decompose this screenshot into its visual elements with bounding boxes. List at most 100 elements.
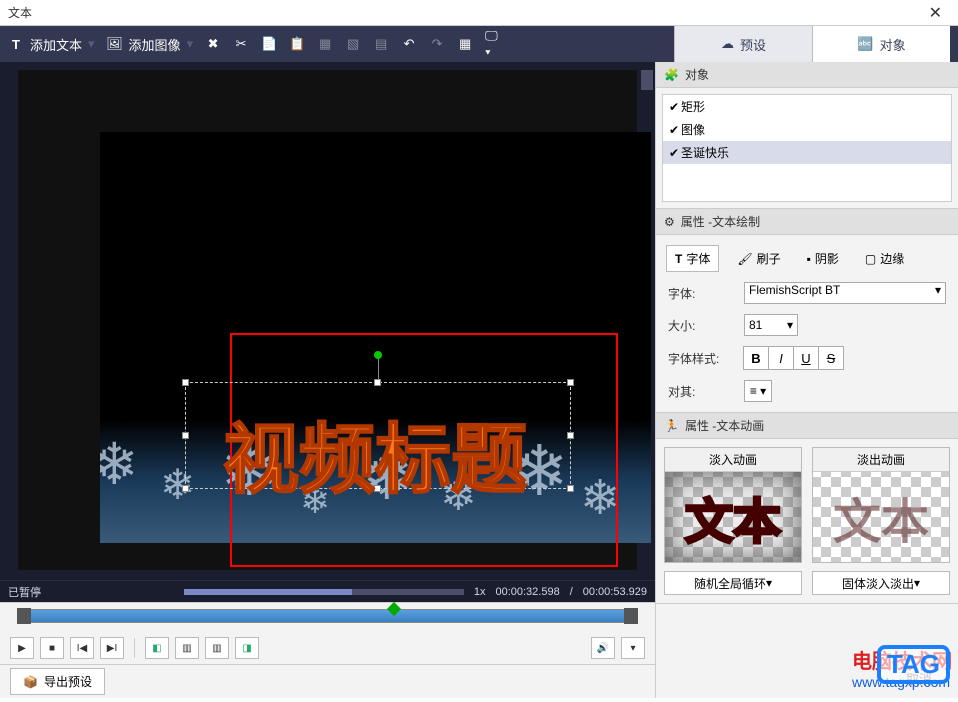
rotation-line — [378, 359, 379, 379]
layer-front-icon[interactable]: ▦ — [317, 36, 333, 52]
toolbar: T 添加文本 ▾ 🖼 添加图像 ▾ ✖ ✂ 📄 📋 ▦ ▧ ▤ ↶ ↷ ▦ 🖵 … — [0, 26, 958, 62]
panel-tabs: ☁ 预设 🔤 对象 — [674, 26, 950, 62]
resize-handle-e[interactable] — [567, 432, 574, 439]
preset-icon: ☁ — [721, 36, 734, 52]
font-label: 字体: — [668, 285, 732, 302]
playback-state: 已暂停 — [8, 584, 41, 600]
image-icon: 🖼 — [107, 36, 123, 52]
align-label: 对其: — [668, 383, 732, 400]
anim-out-label: 淡出动画 — [813, 448, 949, 472]
rotation-handle[interactable] — [374, 351, 382, 359]
export-label: 导出预设 — [44, 673, 92, 690]
prop-tabs: T字体 🖌刷子 ▪阴影 ▢边缘 — [666, 245, 948, 272]
italic-button[interactable]: I — [768, 346, 794, 370]
bold-button[interactable]: B — [743, 346, 769, 370]
object-item-image[interactable]: ✔图像 — [663, 118, 951, 141]
marker-c-button[interactable]: ▥ — [205, 637, 229, 659]
tab-preset-label: 预设 — [740, 35, 766, 54]
redo-icon[interactable]: ↷ — [429, 36, 445, 52]
add-image-label: 添加图像 — [129, 35, 181, 54]
anim-cards: 淡入动画 文本 淡出动画 文本 — [664, 447, 950, 563]
time-sep: / — [570, 586, 573, 598]
time-current: 00:00:32.598 — [495, 586, 559, 598]
anim-in-sample: 文本 — [685, 482, 781, 552]
export-icon: 📦 — [23, 675, 38, 689]
timeline-handle-left[interactable] — [17, 608, 31, 624]
stop-button[interactable]: ■ — [40, 637, 64, 659]
props-section: ⚙ 属性 -文本绘制 T字体 🖌刷子 ▪阴影 ▢边缘 字体: FlemishSc… — [656, 209, 958, 413]
marker-b-button[interactable]: ▥ — [175, 637, 199, 659]
anim-card-in[interactable]: 淡入动画 文本 — [664, 447, 802, 563]
screen-icon[interactable]: 🖵 ▾ — [485, 36, 501, 52]
font-select[interactable]: FlemishScript BT ▾ — [744, 282, 946, 304]
resize-handle-ne[interactable] — [567, 379, 574, 386]
resize-handle-n[interactable] — [374, 379, 381, 386]
undo-icon[interactable]: ↶ — [401, 36, 417, 52]
object-item-rect[interactable]: ✔矩形 — [663, 95, 951, 118]
window-title: 文本 — [8, 4, 32, 21]
scrollbar-thumb[interactable] — [641, 70, 653, 90]
objects-header: 🧩 对象 — [656, 62, 958, 88]
resize-handle-sw[interactable] — [182, 485, 189, 492]
style-label: 字体样式: — [668, 350, 732, 367]
cut-icon[interactable]: ✂ — [233, 36, 249, 52]
font-row: 字体: FlemishScript BT ▾ — [668, 282, 946, 304]
add-text-button[interactable]: T 添加文本 ▾ — [8, 35, 95, 54]
marker-a-button[interactable]: ◧ — [145, 637, 169, 659]
size-input[interactable]: 81▾ — [744, 314, 798, 336]
prev-button[interactable]: I◀ — [70, 637, 94, 659]
resize-handle-nw[interactable] — [182, 379, 189, 386]
resize-handle-w[interactable] — [182, 432, 189, 439]
chevron-down-icon: ▾ — [88, 36, 95, 52]
prop-tab-brush[interactable]: 🖌刷子 — [729, 245, 788, 272]
add-text-label: 添加文本 — [30, 35, 82, 54]
objects-list: ✔矩形 ✔图像 ✔圣诞快乐 — [662, 94, 952, 202]
object-item-text[interactable]: ✔圣诞快乐 — [663, 141, 951, 164]
object-icon: 🔤 — [857, 36, 873, 52]
anim-card-out[interactable]: 淡出动画 文本 — [812, 447, 950, 563]
tab-object[interactable]: 🔤 对象 — [812, 26, 950, 62]
canvas[interactable]: ❄ ❄ ❄ ❄ ❄ ❄ ❄ ❄ — [18, 70, 637, 570]
marker-d-button[interactable]: ◨ — [235, 637, 259, 659]
volume-button[interactable]: 🔊 — [591, 637, 615, 659]
anim-buttons: 随机全局循环 ▾ 固体淡入淡出 ▾ — [664, 571, 950, 595]
paste-icon[interactable]: 📋 — [289, 36, 305, 52]
resize-handle-se[interactable] — [567, 485, 574, 492]
timeline-bar[interactable] — [18, 609, 637, 623]
anim-btn-2[interactable]: 固体淡入淡出 ▾ — [812, 571, 950, 595]
anim-header: 🏃 属性 -文本动画 — [656, 413, 958, 439]
timeline-handle-right[interactable] — [624, 608, 638, 624]
cancel-button[interactable]: 取消 — [906, 669, 932, 688]
time-total: 00:00:53.929 — [583, 586, 647, 598]
scrollbar-vertical[interactable] — [641, 70, 653, 570]
next-button[interactable]: ▶I — [100, 637, 124, 659]
grid-icon[interactable]: ▦ — [457, 36, 473, 52]
prop-tab-font[interactable]: T字体 — [666, 245, 719, 272]
align-button[interactable]: ≡ ▾ — [744, 380, 772, 402]
volume-dropdown[interactable]: ▾ — [621, 637, 645, 659]
tab-preset[interactable]: ☁ 预设 — [674, 26, 812, 62]
layer-back-icon[interactable]: ▧ — [345, 36, 361, 52]
objects-header-label: 对象 — [685, 66, 709, 83]
add-image-button[interactable]: 🖼 添加图像 ▾ — [107, 35, 194, 54]
main-area: ❄ ❄ ❄ ❄ ❄ ❄ ❄ ❄ — [0, 62, 958, 698]
title-text[interactable]: 视频标题 — [223, 398, 527, 508]
timeline[interactable] — [0, 602, 655, 632]
close-button[interactable]: ✕ — [921, 3, 950, 23]
underline-button[interactable]: U — [793, 346, 819, 370]
play-button[interactable]: ▶ — [10, 637, 34, 659]
playback-speed: 1x — [474, 586, 486, 598]
delete-icon[interactable]: ✖ — [205, 36, 221, 52]
strike-button[interactable]: S — [818, 346, 844, 370]
export-preset-button[interactable]: 📦 导出预设 — [10, 668, 105, 695]
prop-tab-shadow[interactable]: ▪阴影 — [799, 245, 847, 272]
prop-tab-edge[interactable]: ▢边缘 — [857, 245, 912, 272]
anim-btn-1[interactable]: 随机全局循环 ▾ — [664, 571, 802, 595]
size-row: 大小: 81▾ — [668, 314, 946, 336]
copy-icon[interactable]: 📄 — [261, 36, 277, 52]
timeline-playhead[interactable] — [387, 602, 401, 616]
layer-up-icon[interactable]: ▤ — [373, 36, 389, 52]
text-icon: T — [8, 36, 24, 52]
progress-bar[interactable] — [184, 589, 464, 595]
chevron-down-icon: ▾ — [187, 36, 194, 52]
